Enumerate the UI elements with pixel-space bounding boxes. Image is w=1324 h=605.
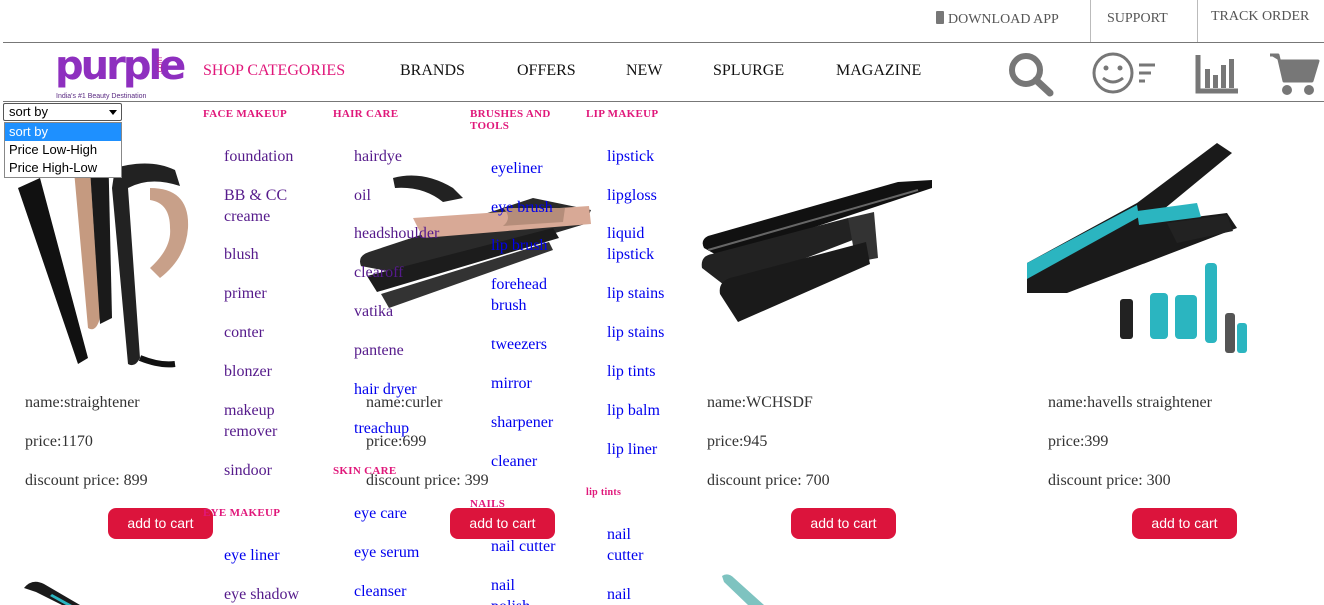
menu-heading-skin-care: SKIN CARE (333, 465, 397, 477)
menu-heading-lip-makeup: LIP MAKEUP (586, 108, 659, 120)
menu-link[interactable]: pantene (354, 340, 404, 361)
nav-shop-categories[interactable]: SHOP CATEGORIES (203, 62, 345, 80)
menu-link[interactable]: blush (224, 244, 259, 265)
product-image-row2-1[interactable] (22, 576, 82, 605)
menu-link[interactable]: conter (224, 322, 264, 343)
support-link[interactable]: SUPPORT (1107, 11, 1168, 27)
menu-heading-eye-makeup: EYE MAKEUP (203, 507, 281, 519)
sort-dropdown-list: sort by Price Low-High Price High-Low (4, 122, 122, 178)
menu-link[interactable]: nail polish (491, 575, 551, 605)
menu-link[interactable]: eye brush (491, 197, 553, 218)
menu-link[interactable]: oil (354, 185, 371, 206)
divider (1197, 0, 1198, 42)
sort-option[interactable]: Price Low-High (5, 141, 121, 159)
menu-link[interactable]: lipgloss (607, 185, 657, 206)
sort-option[interactable]: Price High-Low (5, 159, 121, 177)
nav-splurge[interactable]: SPLURGE (713, 62, 784, 80)
nav-offers[interactable]: OFFERS (517, 62, 576, 80)
menu-heading-face-makeup: FACE MAKEUP (203, 108, 288, 120)
sort-select[interactable]: sort by (3, 103, 122, 121)
product-name: name:straightener (25, 394, 140, 411)
menu-link[interactable]: mirror (491, 373, 532, 394)
menu-heading-lip-tints: lip tints (586, 487, 622, 498)
cart-icon[interactable] (1268, 51, 1320, 97)
top-bar: DOWNLOAD APP SUPPORT TRACK ORDER (0, 0, 1324, 43)
menu-heading-nails: NAILS (470, 498, 506, 510)
menu-link[interactable]: treachup (354, 418, 409, 439)
logo[interactable]: purple .com India's #1 Beauty Destinatio… (55, 43, 186, 101)
divider (3, 101, 1324, 102)
menu-link[interactable]: clearoff (354, 262, 403, 283)
menu-link[interactable]: lipstick (607, 146, 654, 167)
menu-link[interactable]: lip liner (607, 439, 657, 460)
menu-link[interactable]: eye shadow (224, 584, 299, 605)
menu-link[interactable]: nail cutter (607, 524, 657, 566)
menu-link[interactable]: lip brush (491, 235, 547, 256)
logo-dotcom: .com (155, 57, 164, 75)
download-app-label: DOWNLOAD APP (948, 12, 1059, 27)
menu-link[interactable]: eyeliner (491, 158, 543, 179)
menu-link[interactable]: primer (224, 283, 267, 304)
menu-link[interactable]: liquid lipstick (607, 223, 667, 265)
chevron-down-icon (109, 110, 117, 115)
product-discount-price: discount price: 300 (1048, 472, 1171, 489)
add-to-cart-button[interactable]: add to cart (450, 508, 555, 539)
add-to-cart-button[interactable]: add to cart (791, 508, 896, 539)
menu-link[interactable]: cleanser (354, 581, 406, 602)
product-name: name:WCHSDF (707, 394, 813, 411)
menu-link[interactable]: headshoulder (354, 223, 439, 244)
menu-link[interactable]: BB & CC creame (224, 185, 314, 227)
menu-link[interactable]: sharpener (491, 412, 553, 433)
product-image-row2-3[interactable] (718, 572, 768, 605)
menu-link[interactable]: hair dryer (354, 379, 417, 400)
download-app-link[interactable]: DOWNLOAD APP (936, 11, 1059, 28)
menu-heading-hair-care: HAIR CARE (333, 108, 399, 120)
product-price: price:399 (1048, 433, 1109, 450)
product-discount-price: discount price: 700 (707, 472, 830, 489)
logo-text: purple (55, 43, 186, 89)
menu-link[interactable]: eye care (354, 503, 407, 524)
menu-link[interactable]: makeup remover (224, 400, 294, 442)
menu-link[interactable]: foundation (224, 146, 293, 167)
menu-link[interactable]: tweezers (491, 334, 547, 355)
product-image-havells-straightener[interactable] (1027, 143, 1252, 355)
menu-link[interactable]: lip stains (607, 322, 664, 343)
menu-link[interactable]: blonzer (224, 361, 272, 382)
menu-link[interactable]: hairdye (354, 146, 402, 167)
bar-chart-icon[interactable] (1195, 51, 1241, 97)
menu-link[interactable]: nail (607, 584, 631, 605)
product-discount-price: discount price: 899 (25, 472, 148, 489)
add-to-cart-button[interactable]: add to cart (1132, 508, 1237, 539)
menu-link[interactable]: eye serum (354, 542, 419, 563)
menu-link[interactable]: sindoor (224, 460, 272, 481)
menu-link[interactable]: vatika (354, 301, 393, 322)
product-image-wchsdf[interactable] (698, 178, 934, 330)
menu-link[interactable]: forehead brush (491, 274, 571, 316)
nav-brands[interactable]: BRANDS (400, 62, 465, 80)
smiley-icon[interactable] (1091, 51, 1161, 97)
add-to-cart-button[interactable]: add to cart (108, 508, 213, 539)
phone-icon (936, 11, 944, 24)
divider (1090, 0, 1091, 42)
sort-select-value: sort by (9, 104, 49, 119)
menu-link[interactable]: lip stains (607, 283, 664, 304)
menu-link[interactable]: lip tints (607, 361, 655, 382)
product-price: price:945 (707, 433, 768, 450)
menu-link[interactable]: cleaner (491, 451, 537, 472)
menu-link[interactable]: eye liner (224, 545, 280, 566)
product-price: price:1170 (25, 433, 93, 450)
main-nav: purple .com India's #1 Beauty Destinatio… (0, 43, 1324, 102)
product-name: name:havells straightener (1048, 394, 1212, 411)
menu-heading-brushes-tools: BRUSHES AND TOOLS (470, 108, 551, 132)
logo-tagline: India's #1 Beauty Destination (56, 93, 147, 100)
menu-link[interactable]: nail cutter (491, 536, 555, 557)
sort-option[interactable]: sort by (5, 123, 121, 141)
search-icon[interactable] (1007, 51, 1055, 97)
nav-magazine[interactable]: MAGAZINE (836, 62, 921, 80)
menu-link[interactable]: lip balm (607, 400, 660, 421)
track-order-link[interactable]: TRACK ORDER (1211, 9, 1309, 25)
nav-new[interactable]: NEW (626, 62, 662, 80)
